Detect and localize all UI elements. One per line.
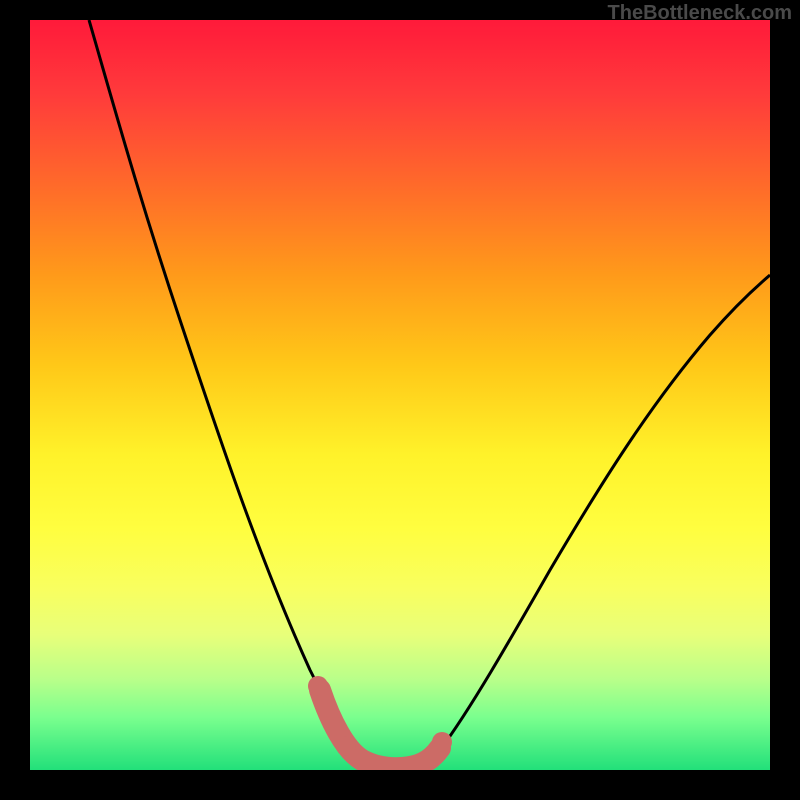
watermark-text: TheBottleneck.com xyxy=(608,2,792,25)
highlight-dot-mid xyxy=(336,736,356,756)
highlight-dot-right xyxy=(432,732,452,752)
chart-plot-area xyxy=(30,20,770,770)
chart-svg xyxy=(30,20,770,770)
curve-main xyxy=(89,20,770,768)
highlight-dot-left xyxy=(308,676,328,696)
chart-frame: TheBottleneck.com xyxy=(0,0,800,800)
curve-highlight xyxy=(320,690,440,768)
